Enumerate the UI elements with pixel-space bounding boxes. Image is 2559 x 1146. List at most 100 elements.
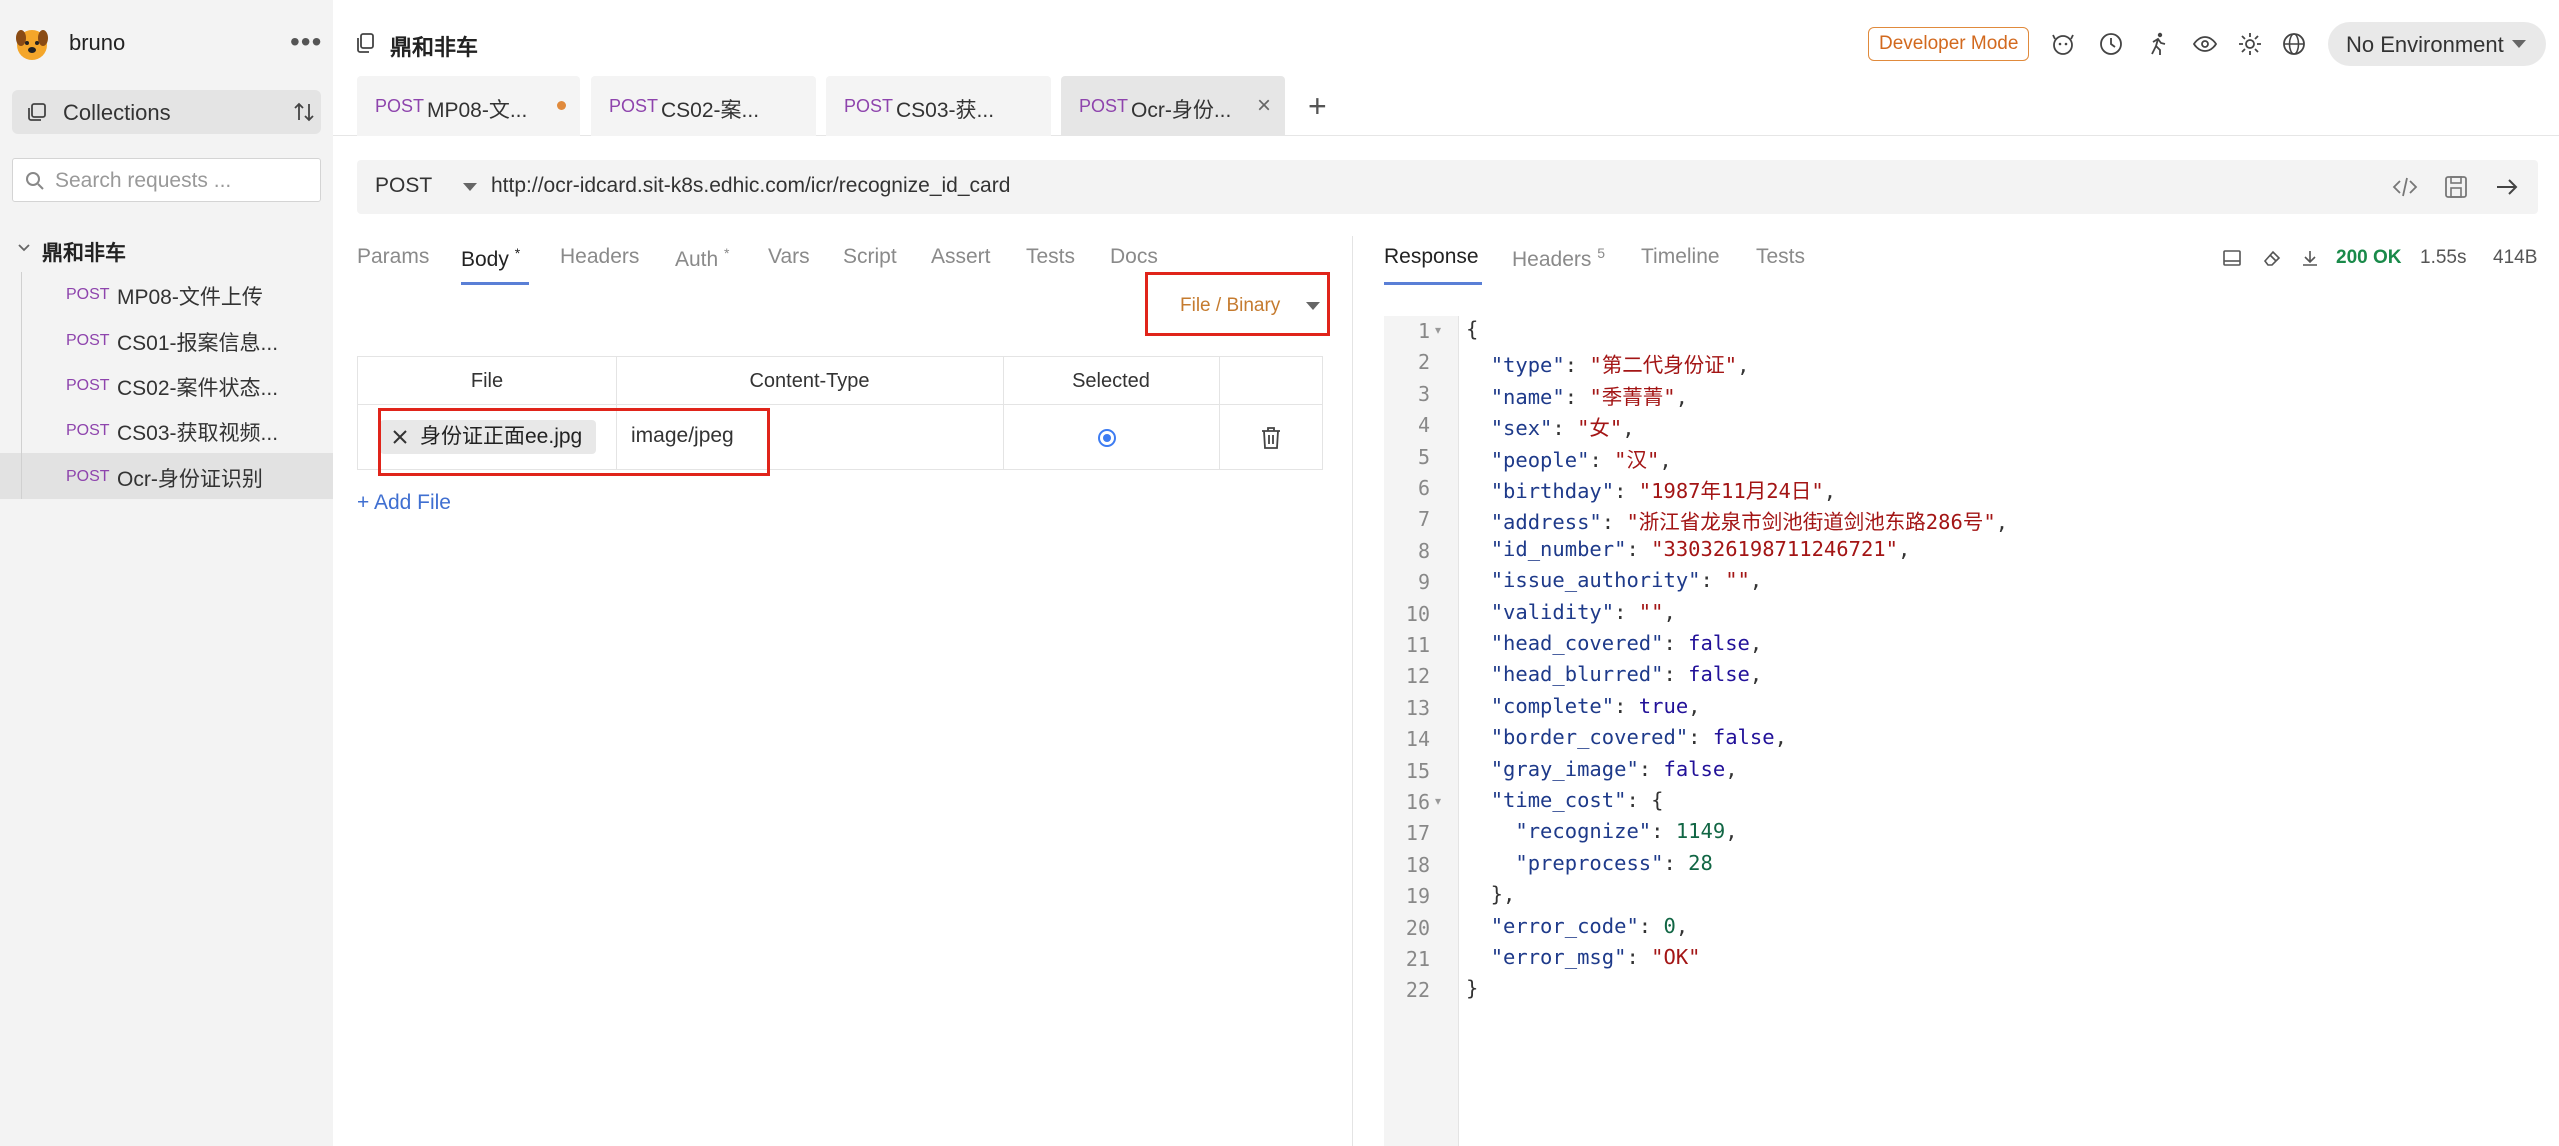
pane-splitter[interactable]	[1352, 236, 1353, 1146]
copy-icon[interactable]	[355, 32, 375, 54]
line-number: 13	[1405, 695, 1430, 720]
eye-icon[interactable]	[2192, 31, 2218, 57]
tab-script[interactable]: Script	[843, 245, 897, 269]
response-body[interactable]: 1 ▾ 2 3 4 5 6 7 8 9 10 11 12 13 14 15 16 ▾ 17 18 19 20 21 22 { …	[1384, 316, 2538, 1146]
url-input[interactable]: http://ocr-idcard.sit-k8s.edhic.com/icr/…	[491, 174, 1010, 198]
code-line: "recognize": 1149,	[1515, 819, 1738, 844]
chevron-down-icon	[1306, 302, 1320, 310]
gear-icon[interactable]	[2237, 31, 2263, 57]
request-tabs: POST MP08-文... POST CS02-案... POST CS03-…	[333, 76, 2559, 136]
code-line: "address": "浙江省龙泉市剑池街道剑池东路286号",	[1490, 510, 2009, 535]
request-item[interactable]: POST MP08-文件上传	[0, 272, 333, 318]
close-icon[interactable]: ×	[1257, 92, 1271, 120]
modified-marker: *	[514, 245, 521, 261]
collections-icon	[28, 103, 46, 121]
request-tab[interactable]: POST CS02-案...	[591, 76, 816, 136]
body-mode-label: File / Binary	[1180, 295, 1281, 316]
tab-assert[interactable]: Assert	[931, 245, 991, 269]
tab-response[interactable]: Response	[1384, 245, 1479, 269]
code-line: "validity": "",	[1490, 599, 1676, 624]
eraser-icon[interactable]	[2262, 248, 2282, 268]
request-name: MP08-文件上传	[117, 286, 263, 309]
code-line: "people": "汉",	[1490, 447, 1672, 472]
unsaved-dot-icon	[557, 101, 566, 110]
dog-icon[interactable]	[2050, 31, 2076, 57]
code-line: "error_code": 0,	[1490, 913, 1689, 938]
tab-docs[interactable]: Docs	[1110, 245, 1158, 269]
line-number: 19	[1405, 884, 1430, 909]
line-number: 2	[1417, 350, 1430, 375]
globe-icon[interactable]	[2281, 31, 2307, 57]
body-mode-select[interactable]: File / Binary	[1145, 272, 1330, 336]
environment-select[interactable]: No Environment	[2328, 22, 2546, 66]
request-item-active[interactable]: POST Ocr-身份证识别	[0, 453, 333, 499]
code-line: "border_covered": false,	[1490, 725, 1787, 750]
sort-icon[interactable]	[292, 100, 316, 124]
tab-method: POST	[609, 96, 659, 116]
code-line: "issue_authority": "",	[1490, 568, 1763, 593]
tab-params[interactable]: Params	[357, 245, 429, 269]
chevron-down-icon[interactable]	[463, 183, 477, 191]
column-header-content-type: Content-Type	[616, 357, 1003, 405]
trash-icon[interactable]	[1259, 425, 1283, 451]
tab-timeline[interactable]: Timeline	[1641, 245, 1720, 269]
add-tab-icon[interactable]: +	[1308, 88, 1327, 125]
tab-method: POST	[844, 96, 894, 116]
line-number: 3	[1417, 381, 1430, 406]
developer-mode-badge[interactable]: Developer Mode	[1868, 27, 2030, 61]
collections-toggle[interactable]: Collections	[12, 90, 321, 134]
line-number: 12	[1405, 664, 1430, 689]
add-file-link[interactable]: + Add File	[357, 491, 451, 515]
request-tab[interactable]: POST MP08-文...	[357, 76, 580, 136]
code-line: },	[1466, 882, 1516, 907]
tab-name: Ocr-身份...	[1131, 99, 1232, 122]
tab-tests[interactable]: Tests	[1026, 245, 1075, 269]
environment-label: No Environment	[2346, 32, 2504, 57]
request-method: POST	[66, 332, 110, 349]
line-number: 9	[1417, 570, 1430, 595]
sidebar: bruno ••• Collections 鼎和非车 POST MP08-文件上…	[0, 0, 333, 1146]
code-line: {	[1466, 317, 1479, 341]
tab-vars[interactable]: Vars	[768, 245, 810, 269]
tree-guide	[21, 272, 22, 318]
app-name: bruno	[69, 30, 126, 55]
download-icon[interactable]	[2300, 248, 2320, 268]
fold-toggle-icon[interactable]: ▾	[1435, 794, 1441, 808]
column-divider	[1003, 357, 1004, 469]
line-number: 20	[1405, 915, 1430, 940]
line-number: 18	[1405, 852, 1430, 877]
code-icon[interactable]	[2391, 173, 2419, 201]
tree-guide	[21, 318, 22, 363]
bruno-logo-icon	[16, 30, 48, 60]
tab-response-tests[interactable]: Tests	[1756, 245, 1805, 269]
selected-radio[interactable]	[1098, 429, 1116, 447]
fold-toggle-icon[interactable]: ▾	[1435, 323, 1441, 337]
save-icon[interactable]	[2442, 173, 2470, 201]
tab-name: MP08-文...	[427, 99, 528, 122]
runner-icon[interactable]	[2145, 31, 2171, 57]
method-select[interactable]: POST	[375, 174, 432, 198]
collection-item[interactable]: 鼎和非车	[0, 230, 333, 268]
modified-marker: *	[724, 245, 730, 261]
collection-title: 鼎和非车	[390, 35, 479, 60]
tab-auth[interactable]: Auth *	[675, 245, 730, 272]
tab-headers[interactable]: Headers	[560, 245, 639, 269]
search-requests[interactable]	[12, 158, 321, 202]
tab-body[interactable]: Body *	[461, 245, 520, 272]
chevron-down-icon[interactable]	[16, 240, 32, 256]
search-input[interactable]	[55, 167, 310, 195]
tab-response-headers[interactable]: Headers 5	[1512, 245, 1605, 272]
layout-toggle-icon[interactable]	[2222, 248, 2242, 268]
request-item[interactable]: POST CS03-获取视频...	[0, 408, 333, 453]
request-tab-active[interactable]: POST Ocr-身份... ×	[1061, 76, 1285, 136]
request-name: Ocr-身份证识别	[117, 468, 263, 491]
request-item[interactable]: POST CS02-案件状态...	[0, 363, 333, 408]
send-arrow-icon[interactable]	[2493, 173, 2521, 201]
request-name: CS03-获取视频...	[117, 422, 279, 445]
request-tab[interactable]: POST CS03-获...	[826, 76, 1051, 136]
code-line: "id_number": "330326198711246721",	[1490, 536, 1911, 561]
history-icon[interactable]	[2098, 31, 2124, 57]
request-item[interactable]: POST CS01-报案信息...	[0, 318, 333, 363]
tree-guide	[21, 363, 22, 408]
more-options-icon[interactable]: •••	[290, 28, 322, 56]
